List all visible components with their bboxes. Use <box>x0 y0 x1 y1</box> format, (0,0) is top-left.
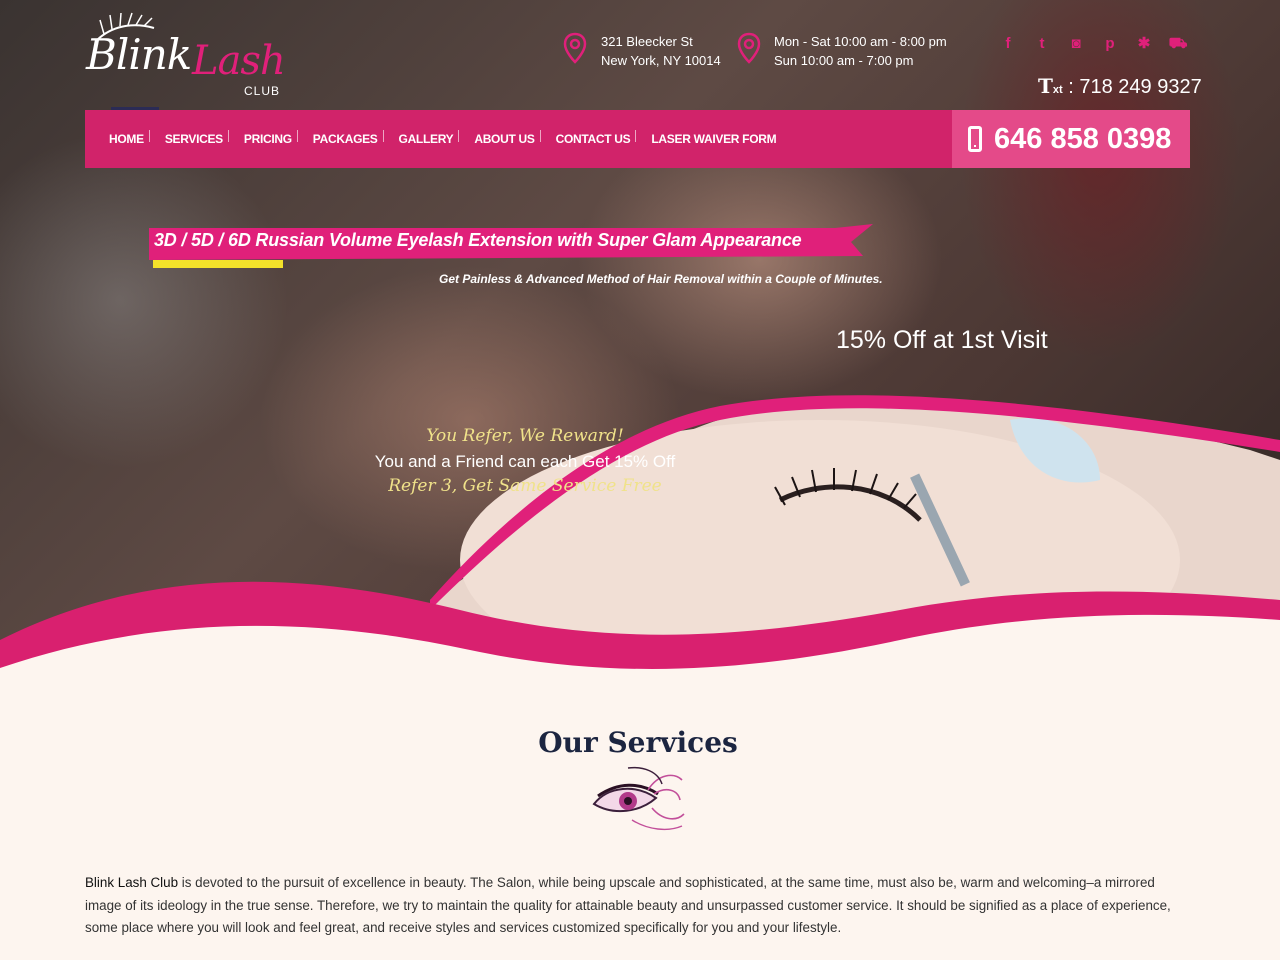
logo-text-sub: CLUB <box>244 84 281 98</box>
phone-call-button[interactable]: 646 858 0398 <box>952 110 1190 168</box>
nav-item-home[interactable]: HOME <box>109 130 150 146</box>
hours-line-1: Mon - Sat 10:00 am - 8:00 pm <box>774 34 947 49</box>
about-brand-name: Blink Lash Club <box>85 875 179 890</box>
hero-decoration <box>0 395 1280 690</box>
nav-item-laser-waiver-form[interactable]: LASER WAIVER FORM <box>651 132 776 146</box>
nav-item-packages[interactable]: PACKAGES <box>313 130 384 146</box>
mobile-phone-icon <box>968 126 982 152</box>
nav-item-pricing[interactable]: PRICING <box>244 130 298 146</box>
services-heading: Our Services <box>538 726 738 759</box>
instagram-icon[interactable]: ◙ <box>1066 34 1086 54</box>
banner-subtext: Get Painless & Advanced Method of Hair R… <box>439 272 883 286</box>
text-icon-t: T <box>1038 74 1053 98</box>
text-icon-xt: xt <box>1052 84 1063 96</box>
referral-line-2: You and a Friend can each Get 15% Off <box>374 452 676 471</box>
address-block: 321 Bleecker St New York, NY 10014 <box>601 32 721 70</box>
main-nav: HOME SERVICES PRICING PACKAGES GALLERY A… <box>85 110 952 168</box>
eye-ornament-icon <box>592 766 685 831</box>
text-number[interactable]: Txt : 718 249 9327 <box>1038 74 1202 99</box>
address-line-1: 321 Bleecker St <box>601 34 693 49</box>
logo-text-main: Blink <box>86 30 192 79</box>
site-logo[interactable]: Blink Lash CLUB <box>84 12 294 98</box>
social-links: f t ◙ p ✱ ⛟ <box>998 34 1188 54</box>
referral-promo: You Refer, We Reward! You and a Friend c… <box>330 424 720 499</box>
cart-icon[interactable]: ⛟ <box>1168 34 1188 54</box>
banner-headline: 3D / 5D / 6D Russian Volume Eyelash Exte… <box>154 230 802 250</box>
yelp-icon[interactable]: ✱ <box>1134 34 1154 54</box>
address-line-2: New York, NY 10014 <box>601 53 721 68</box>
location-pin-icon <box>563 32 587 64</box>
about-paragraph: Blink Lash Club is devoted to the pursui… <box>85 872 1185 940</box>
logo-text-accent: Lash <box>192 38 286 84</box>
hours-block: Mon - Sat 10:00 am - 8:00 pm Sun 10:00 a… <box>774 32 947 70</box>
about-body-text: is devoted to the pursuit of excellence … <box>85 875 1171 935</box>
hours-line-2: Sun 10:00 am - 7:00 pm <box>774 53 914 68</box>
nav-item-services[interactable]: SERVICES <box>165 130 229 146</box>
referral-line-3: Refer 3, Get Same Service Free <box>388 476 662 496</box>
twitter-icon[interactable]: t <box>1032 34 1052 54</box>
pinterest-icon[interactable]: p <box>1100 34 1120 54</box>
referral-line-1: You Refer, We Reward! <box>426 426 624 446</box>
first-visit-offer: 15% Off at 1st Visit <box>836 326 1048 354</box>
text-number-value: : 718 249 9327 <box>1068 76 1202 98</box>
nav-item-about-us[interactable]: ABOUT US <box>474 130 541 146</box>
nav-item-gallery[interactable]: GALLERY <box>399 130 460 146</box>
facebook-icon[interactable]: f <box>998 34 1018 54</box>
nav-item-contact-us[interactable]: CONTACT US <box>556 130 637 146</box>
hero-section: Blink Lash CLUB 321 Bleecker St New York… <box>0 0 1280 690</box>
phone-number: 646 858 0398 <box>994 122 1172 155</box>
hours-pin-icon <box>737 32 761 64</box>
